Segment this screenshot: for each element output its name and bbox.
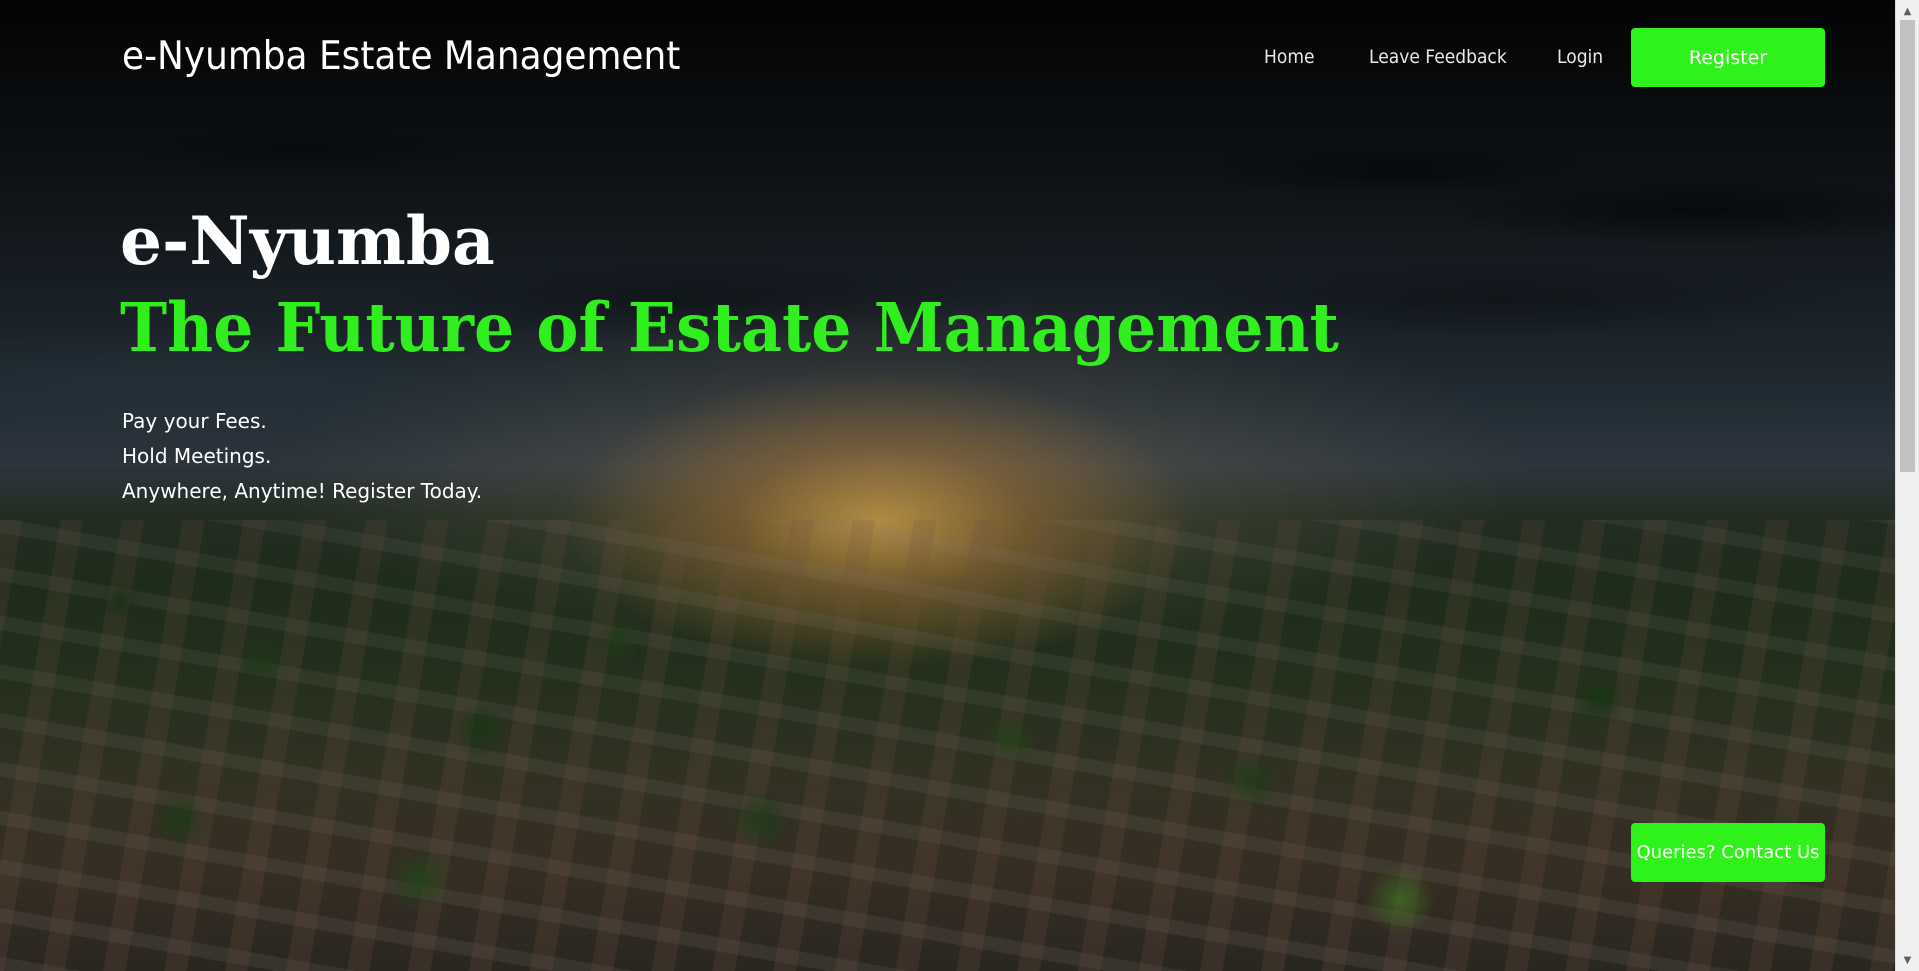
tagline-line-register: Anywhere, Anytime! Register Today. xyxy=(122,479,483,503)
nav-link-home[interactable]: Home xyxy=(1264,46,1314,68)
hero-subtitle: The Future of Estate Management xyxy=(120,288,1339,367)
scroll-down-arrow-icon[interactable]: ▼ xyxy=(1896,951,1919,969)
register-button[interactable]: Register xyxy=(1631,28,1825,87)
tagline-line-meetings: Hold Meetings. xyxy=(122,444,272,468)
brand-logo-text[interactable]: e-Nyumba Estate Management xyxy=(122,34,680,79)
nav-link-leave-feedback[interactable]: Leave Feedback xyxy=(1369,46,1507,68)
scrollbar-thumb[interactable] xyxy=(1900,20,1915,472)
page: e-Nyumba Estate Management Home Leave Fe… xyxy=(0,0,1919,971)
top-navbar: e-Nyumba Estate Management Home Leave Fe… xyxy=(0,0,1895,115)
contact-us-button[interactable]: Queries? Contact Us xyxy=(1631,823,1825,882)
tagline-line-fees: Pay your Fees. xyxy=(122,409,267,433)
vertical-scrollbar[interactable]: ▲ ▼ xyxy=(1895,0,1919,971)
nav-link-login[interactable]: Login xyxy=(1557,46,1603,68)
hero-title: e-Nyumba xyxy=(120,202,495,280)
hero-tagline: Pay your Fees. Hold Meetings. Anywhere, … xyxy=(122,404,482,509)
scroll-up-arrow-icon[interactable]: ▲ xyxy=(1896,2,1919,20)
